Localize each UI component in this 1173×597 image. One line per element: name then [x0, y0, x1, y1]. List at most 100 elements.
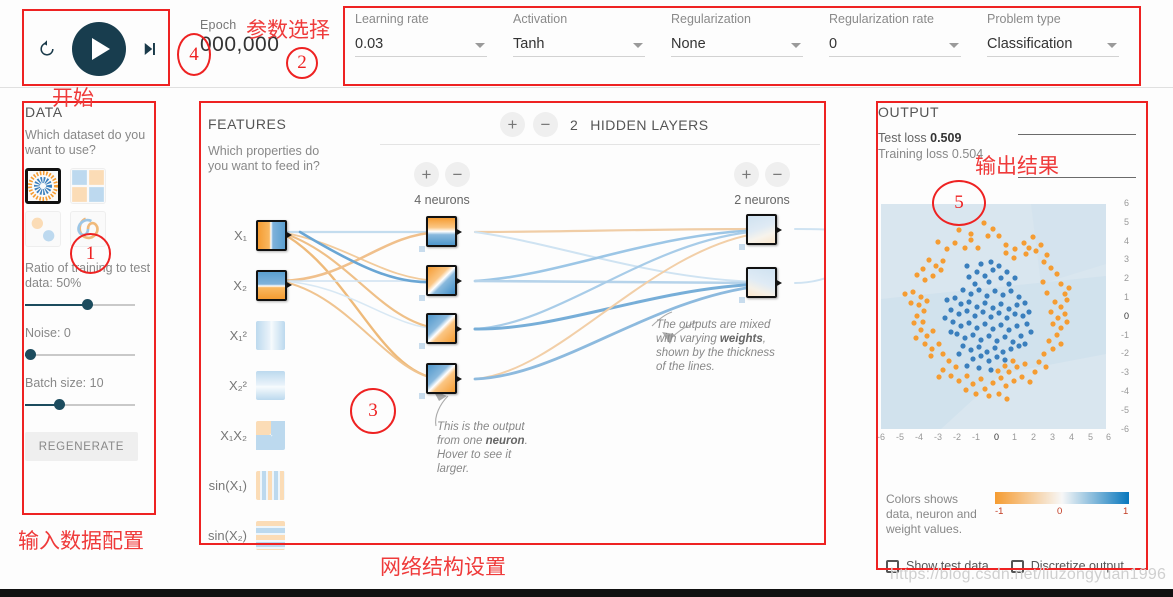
epoch-value: 000,000: [200, 33, 280, 56]
hyperparameter-controls: Learning rate 0.03 Activation Tanh Regul…: [355, 12, 1145, 57]
dataset-circle[interactable]: [25, 168, 61, 204]
feature-label: sin(X₁): [208, 477, 247, 493]
batch-size-slider[interactable]: [25, 398, 135, 412]
problem-type-value: Classification: [987, 36, 1073, 52]
annotation-label-input-data: 输入数据配置: [18, 529, 144, 553]
regularization-rate-control: Regularization rate 0: [829, 12, 987, 57]
hidden-node-l1-3[interactable]: [419, 313, 462, 349]
activation-label: Activation: [513, 12, 568, 26]
feature-square-x1x2[interactable]: [256, 420, 285, 450]
node-port: [775, 225, 782, 234]
note-neuron: This is the output from one neuron. Hove…: [437, 421, 528, 475]
regularization-select[interactable]: None: [671, 36, 803, 57]
feature-label: X₁X₂: [220, 427, 247, 443]
top-toolbar: Epoch 000,000 Learning rate 0.03 Activat…: [0, 0, 1173, 88]
batch-size-label: Batch size: 10: [25, 376, 104, 390]
playback-controls: [27, 13, 169, 85]
node-port: [455, 276, 462, 285]
feature-square-x2[interactable]: [256, 269, 292, 301]
play-button[interactable]: [71, 22, 126, 76]
slider-knob[interactable]: [25, 349, 36, 360]
chevron-down-icon: [633, 43, 643, 48]
test-loss-value: 0.509: [930, 131, 962, 145]
hidden-node-l1-2[interactable]: [419, 265, 462, 301]
discretize-output-checkbox[interactable]: Discretize output: [1010, 559, 1124, 573]
decision-boundary-heatmap[interactable]: [881, 204, 1106, 429]
output-panel: OUTPUT Test loss 0.509 Training loss 0.5…: [877, 104, 1146, 574]
chevron-down-icon: [949, 43, 959, 48]
data-panel: DATA Which dataset do you want to use? R…: [25, 104, 157, 514]
output-title: OUTPUT: [878, 104, 940, 120]
y-axis-ticks: 6 5 4 3 2 1 0 -1 -2 -3 -4 -5 -6: [1120, 198, 1129, 434]
dataset-gaussian[interactable]: [25, 211, 61, 247]
dataset-spiral[interactable]: [70, 211, 106, 247]
noise-slider[interactable]: [25, 348, 135, 362]
dataset-exclusive-or[interactable]: [70, 168, 106, 204]
training-loss-value: 0.504: [951, 147, 984, 161]
slider-knob[interactable]: [82, 299, 93, 310]
epoch-label: Epoch: [200, 18, 237, 32]
feature-label: X₁: [233, 227, 247, 243]
gradient-ticks: -1 0 1: [995, 506, 1129, 520]
problem-type-label: Problem type: [987, 12, 1061, 26]
dataset-thumbnails: [25, 168, 157, 247]
feature-row: X₂²: [208, 360, 287, 410]
regularization-rate-label: Regularization rate: [829, 12, 934, 26]
regularization-label: Regularization: [671, 12, 751, 26]
slider-track: [25, 354, 135, 356]
regularization-rate-value: 0: [829, 36, 838, 52]
node-port: [455, 324, 462, 333]
activation-select[interactable]: Tanh: [513, 36, 645, 57]
hidden-node-l2-2[interactable]: [739, 267, 782, 303]
ratio-slider[interactable]: [25, 298, 135, 312]
feature-label: sin(X₂): [208, 527, 247, 543]
x-axis-ticks: -6 -5 -4 -3 -2 -1 0 1 2 3 4 5 6: [877, 432, 1112, 442]
regenerate-button[interactable]: REGENERATE: [25, 432, 138, 461]
feature-square-x1-squared[interactable]: [256, 320, 285, 350]
bias-indicator: [419, 246, 425, 252]
legend-description: Colors shows data, neuron and weight val…: [886, 492, 977, 536]
note-weights: The outputs are mixed with varying weigh…: [656, 319, 775, 373]
feature-square-x1[interactable]: [256, 219, 292, 251]
activation-value: Tanh: [513, 36, 545, 52]
show-test-data-checkbox[interactable]: Show test data: [886, 559, 989, 573]
discretize-output-label: Discretize output: [1030, 559, 1124, 573]
feature-square-sin-x2[interactable]: [256, 520, 285, 550]
output-plot[interactable]: 6 5 4 3 2 1 0 -1 -2 -3 -4 -5 -6 -6 -5 -4…: [877, 198, 1129, 450]
noise-label: Noise: 0: [25, 326, 71, 340]
feature-label: X₂: [233, 277, 247, 293]
gradient-tick-max: 1: [1123, 506, 1129, 517]
feature-row: X₁X₂: [208, 410, 287, 460]
replay-icon[interactable]: [31, 38, 63, 60]
scatter-points: [881, 204, 1106, 429]
step-forward-icon[interactable]: [135, 39, 165, 59]
feature-label: X₂²: [228, 377, 247, 393]
hidden-node-l1-1[interactable]: [419, 216, 462, 252]
chevron-down-icon: [475, 43, 485, 48]
training-loss-label: Training loss: [878, 147, 949, 161]
feature-row: X₁: [208, 210, 292, 260]
regularization-control: Regularization None: [671, 12, 829, 57]
problem-type-select[interactable]: Classification: [987, 36, 1119, 57]
hidden-node-l1-4[interactable]: [419, 363, 462, 399]
tensorflow-playground-screenshot: Epoch 000,000 Learning rate 0.03 Activat…: [0, 0, 1173, 597]
checkbox-icon: [1010, 559, 1024, 573]
feature-row: X₂: [208, 260, 292, 310]
learning-rate-control: Learning rate 0.03: [355, 12, 513, 57]
learning-rate-select[interactable]: 0.03: [355, 36, 487, 57]
chevron-down-icon: [791, 43, 801, 48]
slider-knob[interactable]: [54, 399, 65, 410]
output-checkboxes: Show test data Discretize output: [886, 559, 1124, 573]
node-port: [455, 374, 462, 383]
data-panel-title: DATA: [25, 104, 63, 120]
ratio-label: Ratio of training to test data: 50%: [25, 261, 151, 290]
regularization-value: None: [671, 36, 706, 52]
feature-square-x2-squared[interactable]: [256, 370, 285, 400]
feature-square-sin-x1[interactable]: [256, 470, 285, 500]
epoch-display: Epoch 000,000: [200, 18, 279, 57]
hidden-node-l2-1[interactable]: [739, 214, 782, 250]
feature-row: sin(X₁): [208, 460, 287, 510]
network-panel: FEATURES Which properties do you want to…: [200, 104, 825, 550]
activation-control: Activation Tanh: [513, 12, 671, 57]
regularization-rate-select[interactable]: 0: [829, 36, 961, 57]
